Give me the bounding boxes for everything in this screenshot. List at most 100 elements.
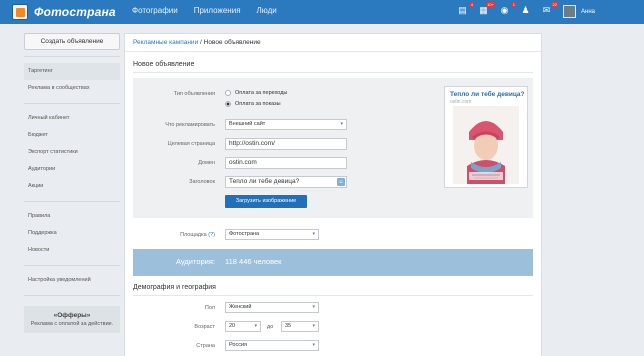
age-from-value: 20: [229, 323, 236, 329]
breadcrumb: Рекламные кампании / Новое объявление: [133, 39, 261, 46]
breadcrumb-current: Новое объявление: [203, 39, 261, 46]
country-select[interactable]: Россия ▾: [225, 340, 319, 351]
radio-label: Оплата за показы: [235, 101, 281, 107]
radio-label: Оплата за переходы: [235, 90, 288, 96]
headline-value: Тепло ли тебе девица?: [229, 178, 300, 185]
gifts-icon[interactable]: ◉ 1: [498, 2, 516, 17]
breadcrumb-campaigns-link[interactable]: Рекламные кампании: [133, 39, 198, 46]
notification-icons: ▤ 4 ▦ 10+ ◉ 1 ♟ ✉ 22: [456, 2, 558, 17]
events-icon[interactable]: ▦ 10+: [477, 2, 495, 17]
target-page-label: Целевая страница: [167, 141, 215, 147]
gender-select[interactable]: Женский ▾: [225, 302, 319, 313]
divider: [24, 265, 120, 266]
divider: [24, 103, 120, 104]
gender-value: Женский: [229, 304, 252, 310]
friends-icon[interactable]: ♟: [519, 4, 532, 17]
sidebar-item-targeting[interactable]: Таргетинг: [24, 63, 120, 80]
audience-value: 118 446 человек: [225, 257, 282, 266]
help-link[interactable]: (?): [208, 232, 215, 238]
emoji-icon[interactable]: ☺: [337, 178, 345, 186]
top-bar: Фотострана Фотографии Приложения Люди ▤ 4…: [0, 0, 644, 24]
divider: [24, 201, 120, 202]
logo[interactable]: Фотострана: [12, 3, 116, 21]
offers-subtitle: Реклама с оплатой за действие.: [30, 321, 114, 327]
demographics-title: Демография и география: [133, 284, 216, 291]
divider: [133, 295, 533, 296]
radio-pay-per-click[interactable]: Оплата за переходы: [225, 90, 287, 96]
domain-value: ostin.com: [229, 159, 257, 166]
domain-input[interactable]: ostin.com: [225, 157, 347, 169]
divider: [125, 51, 543, 52]
sidebar-item-budget[interactable]: Бюджет: [24, 127, 120, 144]
ad-form-panel: Тип объявления Оплата за переходы Оплата…: [133, 78, 533, 218]
domain-label: Домен: [198, 160, 215, 166]
notification-badge: 22: [551, 2, 558, 7]
age-to-word: до: [267, 324, 274, 330]
age-to-select[interactable]: 35 ▾: [281, 321, 319, 332]
sidebar-item-notification-settings[interactable]: Настройка уведомлений: [24, 272, 120, 289]
sidebar-item-community-ads[interactable]: Реклама в сообществах: [24, 80, 120, 97]
sidebar: Создать объявление Таргетинг Реклама в с…: [24, 33, 120, 333]
brand-name: Фотострана: [34, 5, 116, 19]
sidebar-item-promotions[interactable]: Акции: [24, 178, 120, 195]
notification-badge: 4: [469, 2, 474, 7]
sidebar-item-account[interactable]: Личный кабинет: [24, 110, 120, 127]
top-nav: Фотографии Приложения Люди: [132, 6, 277, 15]
age-label: Возраст: [194, 324, 215, 330]
radio-circle[interactable]: [225, 90, 231, 96]
nav-apps-link[interactable]: Приложения: [194, 6, 241, 15]
placement-select[interactable]: Фотострана ▾: [225, 229, 319, 240]
headline-input[interactable]: Тепло ли тебе девица? ☺: [225, 176, 347, 188]
create-ad-button[interactable]: Создать объявление: [24, 33, 120, 50]
divider: [133, 72, 533, 73]
country-label: Страна: [196, 343, 215, 349]
sidebar-item-news[interactable]: Новости: [24, 242, 120, 259]
user-menu[interactable]: Анна: [563, 5, 595, 18]
sidebar-item-rules[interactable]: Правила: [24, 208, 120, 225]
ad-preview: Тепло ли тебе девица? ostin.com: [444, 86, 528, 188]
notification-badge: 1: [511, 2, 516, 7]
age-from-select[interactable]: 20 ▾: [225, 321, 261, 332]
audience-label: Аудитория:: [175, 257, 215, 266]
placement-label: Площадка (?): [180, 232, 215, 238]
target-page-input[interactable]: http://ostin.com/: [225, 138, 347, 150]
divider: [24, 56, 120, 57]
offers-title: «Офферы»: [53, 312, 91, 319]
preview-domain: ostin.com: [450, 99, 472, 105]
placement-value: Фотострана: [229, 231, 260, 237]
country-value: Россия: [229, 342, 248, 348]
preview-image: [453, 106, 519, 184]
avatar[interactable]: [563, 5, 576, 18]
chevron-down-icon: ▾: [312, 323, 315, 329]
gender-label: Пол: [204, 305, 215, 311]
user-name[interactable]: Анна: [581, 9, 595, 15]
headline-label: Заголовок: [189, 179, 215, 185]
mail-icon[interactable]: ✉ 22: [540, 2, 558, 17]
radio-circle-selected[interactable]: [225, 101, 231, 107]
logo-icon: [12, 4, 28, 20]
main-panel: Рекламные кампании / Новое объявление Но…: [124, 33, 543, 356]
promote-select[interactable]: Внешний сайт ▾: [225, 119, 347, 130]
nav-photos-link[interactable]: Фотографии: [132, 6, 178, 15]
messages-icon[interactable]: ▤ 4: [456, 2, 474, 17]
chevron-down-icon: ▾: [340, 121, 343, 127]
age-to-value: 35: [285, 323, 292, 329]
audience-bar: Аудитория: 118 446 человек: [133, 249, 533, 276]
promote-select-value: Внешний сайт: [229, 121, 266, 127]
sidebar-item-export-stats[interactable]: Экспорт статистики: [24, 144, 120, 161]
divider: [24, 295, 120, 296]
ad-type-label: Тип объявления: [173, 91, 215, 97]
chevron-down-icon: ▾: [312, 304, 315, 310]
chevron-down-icon: ▾: [254, 323, 257, 329]
notification-badge: 10+: [486, 2, 495, 7]
nav-people-link[interactable]: Люди: [257, 6, 277, 15]
upload-image-button[interactable]: Загрузить изображение: [225, 195, 307, 208]
chevron-down-icon: ▾: [312, 342, 315, 348]
radio-pay-per-impression[interactable]: Оплата за показы: [225, 101, 281, 107]
sidebar-item-support[interactable]: Поддержка: [24, 225, 120, 242]
offers-promo[interactable]: «Офферы» Реклама с оплатой за действие.: [24, 306, 120, 333]
page-title: Новое объявление: [133, 61, 195, 68]
sidebar-item-audiences[interactable]: Аудитории: [24, 161, 120, 178]
promote-label: Что рекламировать: [165, 122, 215, 128]
target-page-value: http://ostin.com/: [229, 140, 275, 147]
